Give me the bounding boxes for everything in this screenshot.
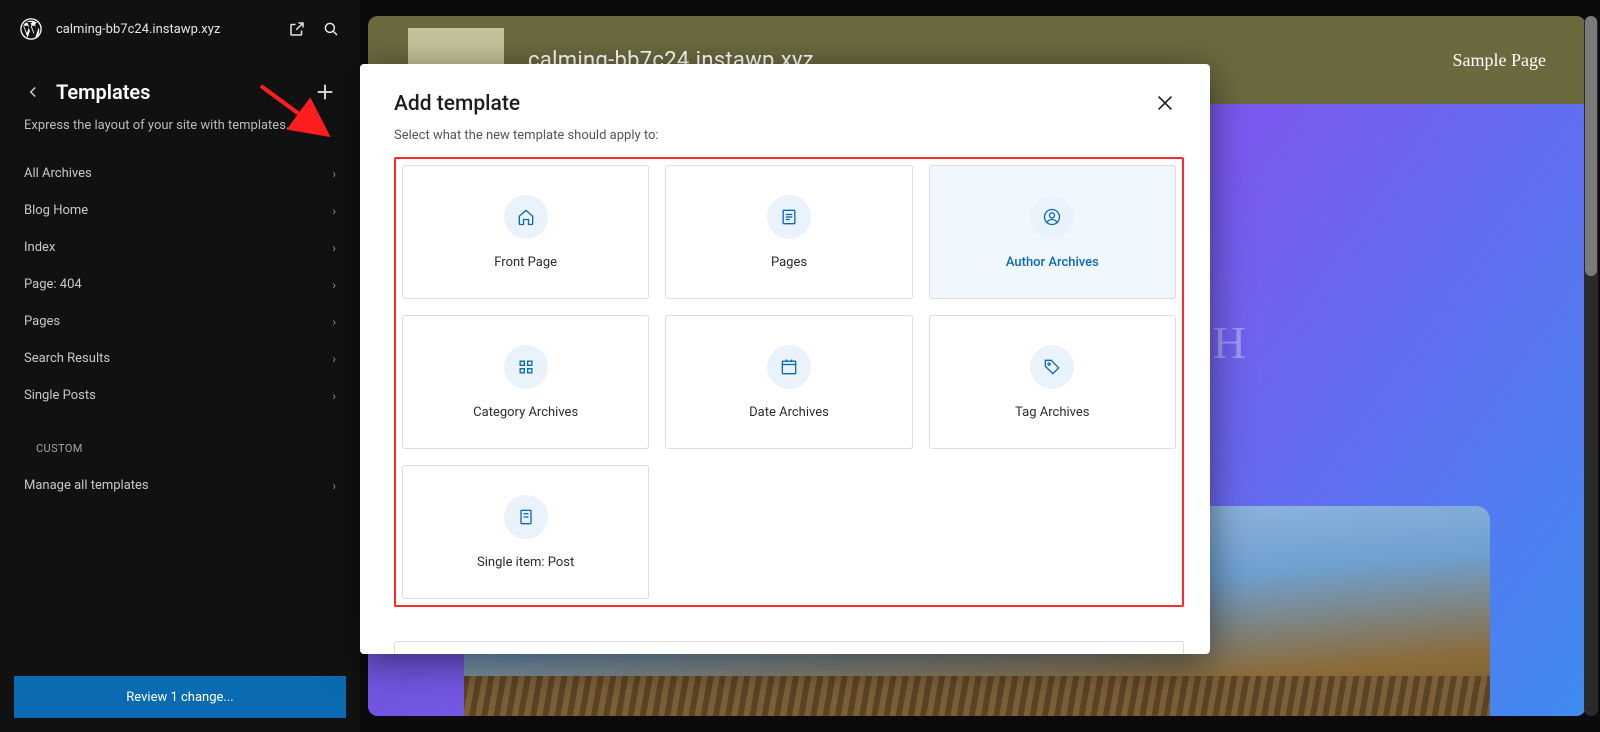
template-item[interactable]: Single Posts ›	[12, 377, 348, 414]
preview-hero-text: H	[1213, 316, 1246, 369]
author-icon	[1030, 195, 1074, 239]
option-label: Front Page	[494, 255, 557, 270]
option-label: Author Archives	[1006, 255, 1099, 270]
post-icon	[504, 495, 548, 539]
manage-templates-item[interactable]: Manage all templates ›	[12, 467, 348, 504]
page-icon	[767, 195, 811, 239]
partial-card[interactable]	[394, 641, 1184, 654]
add-template-button[interactable]	[314, 81, 336, 103]
chevron-right-icon: ›	[332, 278, 336, 292]
section-description: Express the layout of your site with tem…	[0, 112, 360, 155]
template-option-category-archives[interactable]: Category Archives	[402, 315, 649, 449]
template-item[interactable]: Blog Home ›	[12, 192, 348, 229]
search-icon[interactable]	[322, 20, 340, 38]
option-label: Date Archives	[749, 405, 829, 420]
template-item[interactable]: Index ›	[12, 229, 348, 266]
template-list: All Archives › Blog Home › Index › Page: 40…	[0, 155, 360, 662]
preview-scrollbar[interactable]	[1584, 16, 1598, 716]
wordpress-logo-icon[interactable]	[20, 18, 42, 40]
modal-subtitle: Select what the new template should appl…	[360, 124, 1210, 157]
template-label: Index	[24, 240, 55, 255]
template-options-grid: Front Page Pages Author Archives Categor…	[394, 157, 1184, 607]
chevron-right-icon: ›	[332, 167, 336, 181]
site-name[interactable]: calming-bb7c24.instawp.xyz	[56, 22, 274, 37]
option-label: Category Archives	[473, 405, 578, 420]
section-header: Templates	[0, 58, 360, 112]
sidebar: calming-bb7c24.instawp.xyz Templates Exp…	[0, 0, 360, 732]
template-label: Search Results	[24, 351, 110, 366]
chevron-right-icon: ›	[332, 241, 336, 255]
template-option-pages[interactable]: Pages	[665, 165, 912, 299]
back-icon[interactable]	[24, 83, 42, 101]
template-option-tag-archives[interactable]: Tag Archives	[929, 315, 1176, 449]
custom-heading: CUSTOM	[12, 414, 348, 467]
chevron-right-icon: ›	[332, 389, 336, 403]
template-option-author-archives[interactable]: Author Archives	[929, 165, 1176, 299]
modal-header: Add template	[360, 64, 1210, 124]
template-label: Single Posts	[24, 388, 96, 403]
template-label: Blog Home	[24, 203, 88, 218]
close-icon[interactable]	[1154, 92, 1176, 114]
template-item[interactable]: All Archives ›	[12, 155, 348, 192]
template-item[interactable]: Pages ›	[12, 303, 348, 340]
template-option-front-page[interactable]: Front Page	[402, 165, 649, 299]
modal-body[interactable]: Front Page Pages Author Archives Categor…	[360, 157, 1210, 654]
template-label: Page: 404	[24, 277, 82, 292]
calendar-icon	[767, 345, 811, 389]
sidebar-top: calming-bb7c24.instawp.xyz	[0, 0, 360, 58]
template-label: Pages	[24, 314, 60, 329]
template-option-single-post[interactable]: Single item: Post	[402, 465, 649, 599]
review-label: Review 1 change...	[126, 690, 233, 705]
manage-label: Manage all templates	[24, 478, 149, 493]
scrollbar-thumb[interactable]	[1585, 16, 1597, 276]
modal-title: Add template	[394, 92, 1154, 116]
add-template-modal: Add template Select what the new templat…	[360, 64, 1210, 654]
chevron-right-icon: ›	[332, 204, 336, 218]
chevron-right-icon: ›	[332, 315, 336, 329]
preview-nav-link: Sample Page	[1453, 50, 1546, 71]
template-item[interactable]: Page: 404 ›	[12, 266, 348, 303]
open-external-icon[interactable]	[288, 20, 306, 38]
template-option-date-archives[interactable]: Date Archives	[665, 315, 912, 449]
option-label: Single item: Post	[477, 555, 574, 570]
home-icon	[504, 195, 548, 239]
tag-icon	[1030, 345, 1074, 389]
template-label: All Archives	[24, 166, 92, 181]
review-changes-button[interactable]: Review 1 change...	[14, 676, 346, 718]
grid-icon	[504, 345, 548, 389]
chevron-right-icon: ›	[332, 479, 336, 493]
section-title: Templates	[56, 80, 314, 104]
chevron-right-icon: ›	[332, 352, 336, 366]
template-item[interactable]: Search Results ›	[12, 340, 348, 377]
option-label: Tag Archives	[1015, 405, 1089, 420]
option-label: Pages	[771, 255, 807, 270]
